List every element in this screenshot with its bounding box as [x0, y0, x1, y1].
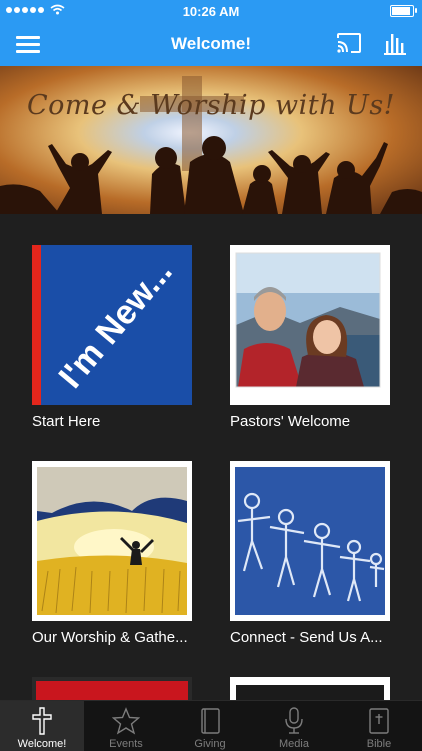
tile-label: Connect - Send Us A...: [230, 629, 383, 646]
tile-connect[interactable]: Connect - Send Us A...: [230, 461, 390, 646]
worship-field-illustration: [37, 467, 187, 615]
microphone-icon: [285, 707, 303, 734]
paper-chain-illustration: [235, 467, 385, 615]
tab-label: Bible: [366, 738, 392, 750]
tile-partial-left[interactable]: [32, 677, 192, 700]
tile-label: Start Here: [32, 413, 101, 430]
cross-icon: [32, 707, 52, 735]
tab-events[interactable]: Events: [84, 701, 168, 751]
tab-label: Events: [109, 738, 143, 750]
banner-title: Come & Worship with Us!: [26, 90, 396, 121]
tab-bar: Welcome! Events Giving Media Bible: [0, 700, 422, 751]
banner-illustration: [0, 76, 422, 214]
red-stripe: [32, 245, 41, 405]
status-bar: 10:26 AM: [0, 0, 422, 22]
tab-welcome[interactable]: Welcome!: [0, 701, 84, 751]
tab-media[interactable]: Media: [252, 701, 336, 751]
tile-label: Our Worship & Gathe...: [32, 629, 188, 646]
tile-pastors-welcome[interactable]: Pastors' Welcome: [230, 245, 390, 430]
bible-icon: [369, 708, 389, 734]
cast-icon[interactable]: [336, 32, 362, 54]
connect-image: [230, 461, 390, 621]
tile-partial-image: [32, 677, 192, 700]
navigation-bar: Welcome!: [0, 22, 422, 66]
pastors-photo-illustration: [235, 252, 381, 388]
tab-label: Giving: [194, 738, 226, 750]
tab-label: Media: [279, 738, 309, 750]
status-time: 10:26 AM: [182, 4, 240, 19]
tab-label: Welcome!: [17, 738, 67, 750]
tile-label: Pastors' Welcome: [230, 413, 351, 430]
book-icon: [201, 708, 220, 734]
tile-start-here[interactable]: I'm New... Start Here: [32, 245, 192, 430]
pastors-photo: [230, 245, 390, 405]
battery-icon: [390, 5, 417, 17]
im-new-image: I'm New...: [32, 245, 192, 405]
worship-image: [32, 461, 192, 621]
tab-giving[interactable]: Giving: [168, 701, 252, 751]
worship-banner[interactable]: Come & Worship with Us!: [0, 66, 422, 214]
tile-partial-right[interactable]: [230, 677, 390, 700]
im-new-text: I'm New...: [51, 252, 180, 396]
tile-our-worship[interactable]: Our Worship & Gathe...: [32, 461, 192, 646]
tile-partial-image: [230, 677, 390, 700]
star-icon: [112, 707, 140, 735]
tab-bible[interactable]: Bible: [336, 701, 422, 751]
bar-chart-icon[interactable]: [384, 31, 406, 55]
